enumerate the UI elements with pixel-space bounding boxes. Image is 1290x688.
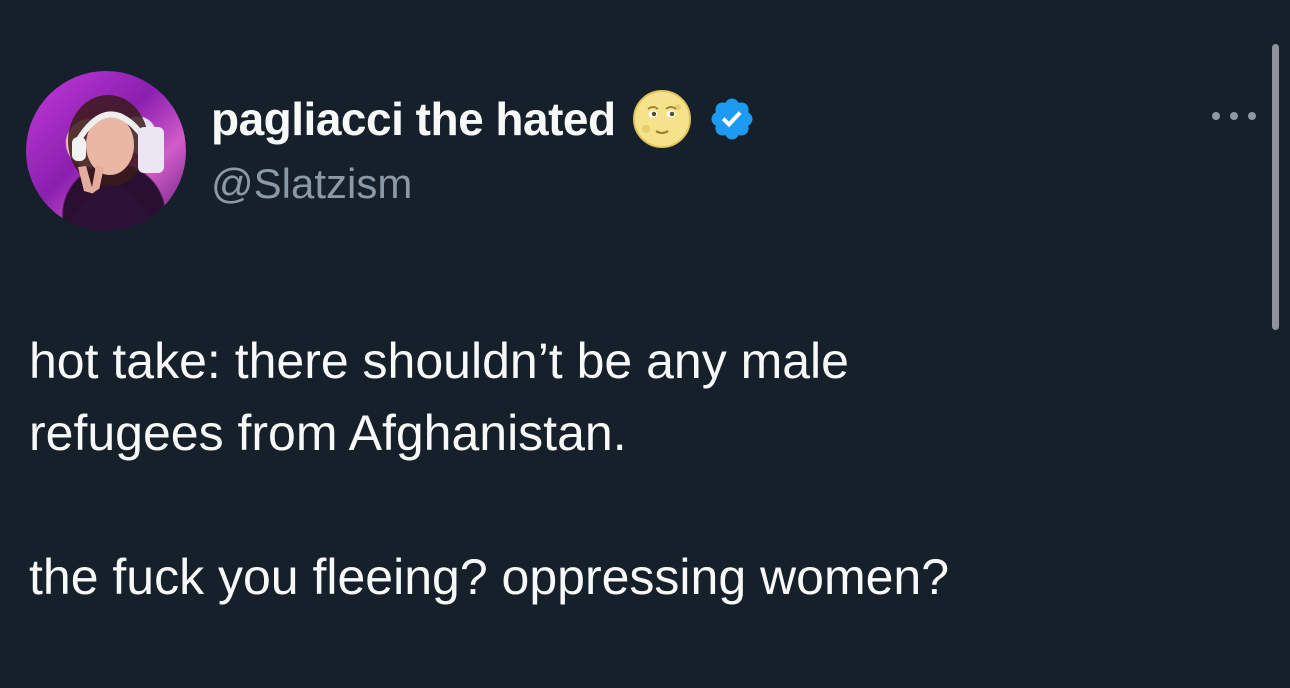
tweet-text-line: refugees from Afghanistan. <box>29 405 627 461</box>
more-dot <box>1212 112 1220 120</box>
more-dot <box>1248 112 1256 120</box>
author-display-name[interactable]: pagliacci the hated <box>211 92 616 146</box>
tweet-text-line: hot take: there shouldn’t be any male <box>29 333 849 389</box>
scrollbar[interactable] <box>1272 44 1279 330</box>
author-handle[interactable]: @Slatzism <box>211 160 412 208</box>
more-dot <box>1230 112 1238 120</box>
author-name-row: pagliacci the hated <box>211 90 756 148</box>
tweet: pagliacci the hated @Slatzism hot take: … <box>0 0 1290 688</box>
tweet-text-line: the fuck you fleeing? oppressing women? <box>29 549 950 605</box>
tweet-text: hot take: there shouldn’t be any male re… <box>29 325 1209 613</box>
avatar-image <box>66 95 164 231</box>
full-moon-face-emoji-icon <box>632 90 691 148</box>
more-options-icon[interactable] <box>1212 104 1256 128</box>
profile-avatar[interactable] <box>26 71 186 231</box>
verified-badge-icon[interactable] <box>708 95 756 143</box>
